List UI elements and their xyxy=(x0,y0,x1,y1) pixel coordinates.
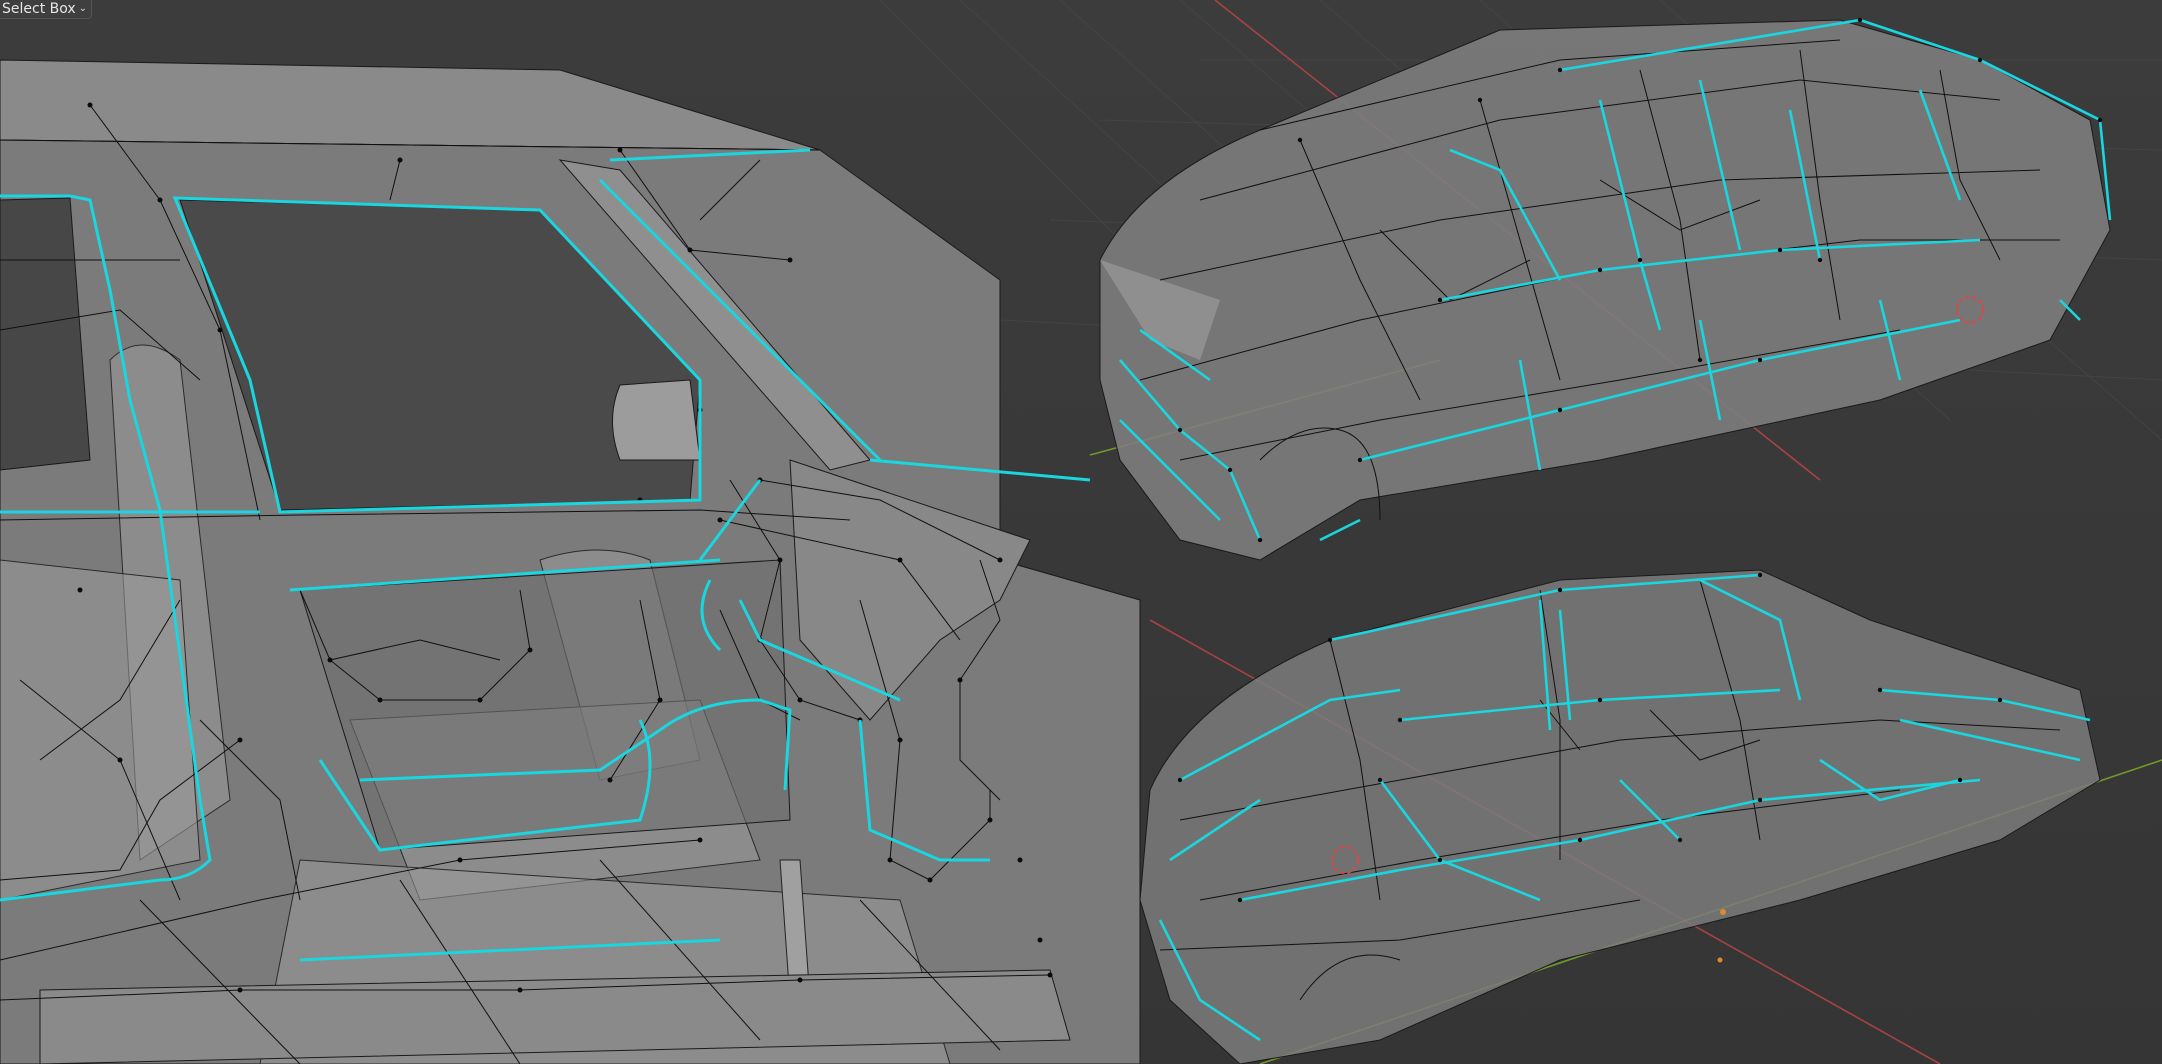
side-mirror xyxy=(612,379,701,461)
select-mode-dropdown[interactable]: Select Box ⌄ xyxy=(0,0,93,19)
select-mode-label: Select Box xyxy=(2,1,76,17)
chevron-down-icon: ⌄ xyxy=(78,3,88,14)
object-origin-icon xyxy=(1717,957,1723,963)
object-origin-icon xyxy=(1720,909,1726,915)
3d-viewport[interactable] xyxy=(0,0,2162,1064)
